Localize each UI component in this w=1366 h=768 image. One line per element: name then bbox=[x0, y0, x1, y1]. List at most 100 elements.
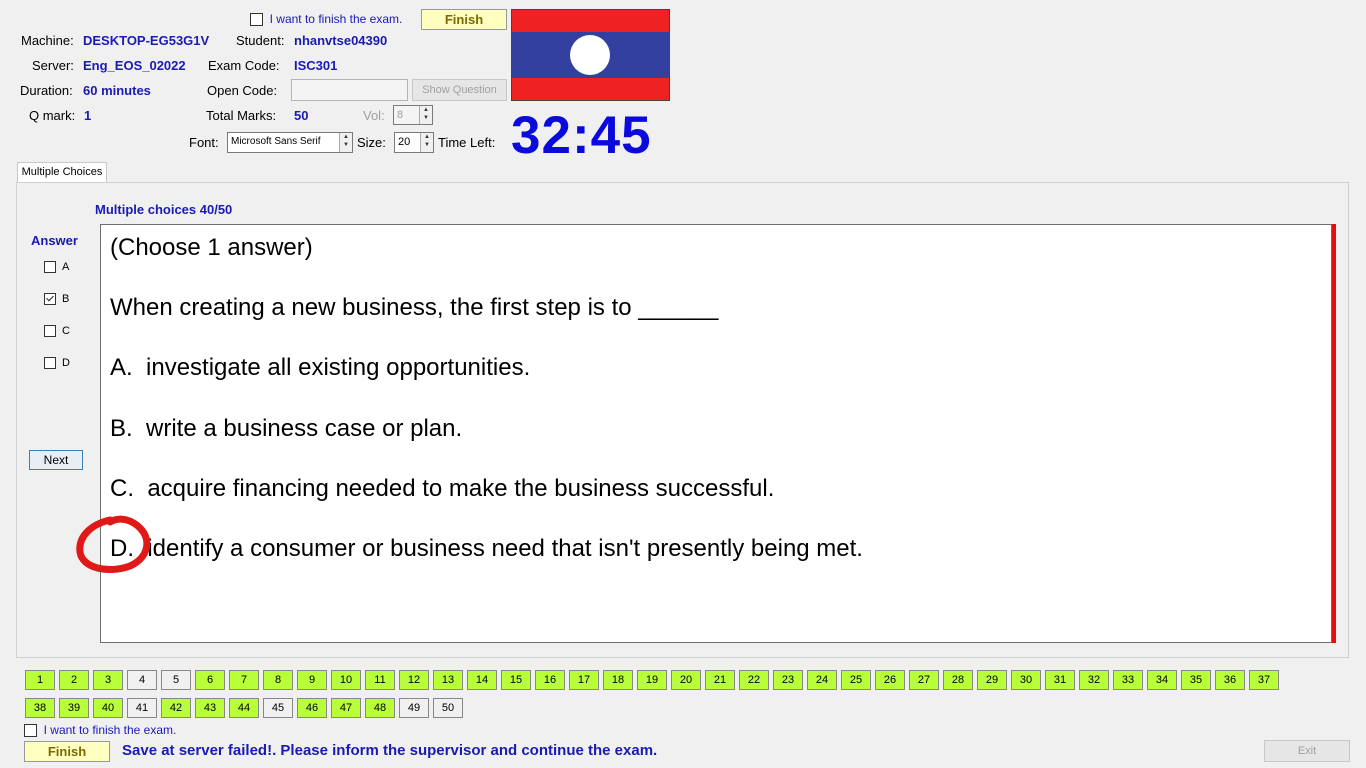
question-nav-button[interactable]: 47 bbox=[331, 698, 361, 718]
question-nav-button[interactable]: 17 bbox=[569, 670, 599, 690]
font-select-value: Microsoft Sans Serif bbox=[231, 136, 321, 147]
student-label: Student: bbox=[236, 33, 285, 48]
question-nav-button[interactable]: 12 bbox=[399, 670, 429, 690]
question-nav-button[interactable]: 10 bbox=[331, 670, 361, 690]
answer-d-checkbox[interactable] bbox=[44, 357, 56, 370]
bottom-finish-button[interactable]: Finish bbox=[24, 741, 110, 762]
machine-label: Machine: bbox=[21, 33, 74, 48]
question-nav-button[interactable]: 21 bbox=[705, 670, 735, 690]
choice-d: D. identify a consumer or business need … bbox=[110, 535, 863, 562]
question-box-right-edge bbox=[1332, 224, 1336, 643]
size-spinner[interactable]: 20 ▲ ▼ bbox=[394, 132, 434, 153]
question-nav-button[interactable]: 40 bbox=[93, 698, 123, 718]
question-nav-button[interactable]: 23 bbox=[773, 670, 803, 690]
answer-b-label: B bbox=[62, 293, 70, 305]
question-nav-button[interactable]: 2 bbox=[59, 670, 89, 690]
vol-spinner-arrows-icon[interactable]: ▲ ▼ bbox=[419, 106, 432, 124]
top-finish-button[interactable]: Finish bbox=[421, 9, 507, 30]
answer-option-c[interactable]: C bbox=[44, 325, 70, 338]
size-label: Size: bbox=[357, 135, 386, 150]
student-value: nhanvtse04390 bbox=[294, 33, 388, 48]
question-nav-button[interactable]: 39 bbox=[59, 698, 89, 718]
show-question-button[interactable]: Show Question bbox=[412, 79, 507, 101]
vol-spinner[interactable]: 8 ▲ ▼ bbox=[393, 105, 433, 125]
question-nav-button[interactable]: 36 bbox=[1215, 670, 1245, 690]
question-nav-button[interactable]: 18 bbox=[603, 670, 633, 690]
question-nav-button[interactable]: 24 bbox=[807, 670, 837, 690]
question-nav-button[interactable]: 34 bbox=[1147, 670, 1177, 690]
question-nav-button[interactable]: 37 bbox=[1249, 670, 1279, 690]
exit-button[interactable]: Exit bbox=[1264, 740, 1350, 762]
question-nav-button[interactable]: 41 bbox=[127, 698, 157, 718]
question-nav-button[interactable]: 3 bbox=[93, 670, 123, 690]
question-nav-button[interactable]: 50 bbox=[433, 698, 463, 718]
question-nav-button[interactable]: 45 bbox=[263, 698, 293, 718]
font-select[interactable]: Microsoft Sans Serif ▲ ▼ bbox=[227, 132, 353, 153]
question-nav-button[interactable]: 16 bbox=[535, 670, 565, 690]
question-nav-button[interactable]: 26 bbox=[875, 670, 905, 690]
question-nav-button[interactable]: 7 bbox=[229, 670, 259, 690]
choice-a: A. investigate all existing opportunitie… bbox=[110, 354, 531, 381]
size-value: 20 bbox=[398, 136, 411, 148]
answer-option-a[interactable]: A bbox=[44, 261, 69, 274]
top-finish-checkbox-label: I want to finish the exam. bbox=[269, 12, 403, 26]
question-nav-button[interactable]: 35 bbox=[1181, 670, 1211, 690]
question-nav-button[interactable]: 13 bbox=[433, 670, 463, 690]
question-nav-button[interactable]: 44 bbox=[229, 698, 259, 718]
answer-c-label: C bbox=[62, 325, 70, 337]
annotation-circle-icon bbox=[76, 515, 151, 573]
question-nav-button[interactable]: 49 bbox=[399, 698, 429, 718]
laos-flag-icon bbox=[511, 9, 670, 101]
answer-b-checkbox[interactable] bbox=[44, 293, 56, 306]
answer-title: Answer bbox=[31, 233, 78, 248]
question-nav-button[interactable]: 30 bbox=[1011, 670, 1041, 690]
font-select-arrows-icon[interactable]: ▲ ▼ bbox=[339, 133, 352, 152]
question-nav-button[interactable]: 1 bbox=[25, 670, 55, 690]
question-nav-button[interactable]: 15 bbox=[501, 670, 531, 690]
top-finish-checkbox-row[interactable]: I want to finish the exam. bbox=[250, 11, 402, 27]
question-instruction: (Choose 1 answer) bbox=[110, 234, 313, 261]
exam-code-label: Exam Code: bbox=[208, 58, 280, 73]
question-nav-button[interactable]: 6 bbox=[195, 670, 225, 690]
question-nav-button[interactable]: 27 bbox=[909, 670, 939, 690]
answer-c-checkbox[interactable] bbox=[44, 325, 56, 338]
open-code-input[interactable] bbox=[291, 79, 408, 101]
question-nav-button[interactable]: 46 bbox=[297, 698, 327, 718]
duration-label: Duration: bbox=[20, 83, 73, 98]
choice-c: C. acquire financing needed to make the … bbox=[110, 475, 775, 502]
exam-code-value: ISC301 bbox=[294, 58, 338, 73]
question-nav-button[interactable]: 25 bbox=[841, 670, 871, 690]
bottom-finish-checkbox-row[interactable]: I want to finish the exam. bbox=[24, 722, 177, 738]
top-finish-checkbox[interactable] bbox=[250, 13, 263, 27]
duration-value: 60 minutes bbox=[83, 83, 151, 98]
question-nav-button[interactable]: 29 bbox=[977, 670, 1007, 690]
question-nav-button[interactable]: 33 bbox=[1113, 670, 1143, 690]
question-nav-button[interactable]: 22 bbox=[739, 670, 769, 690]
question-nav-button[interactable]: 8 bbox=[263, 670, 293, 690]
answer-a-checkbox[interactable] bbox=[44, 261, 56, 274]
question-nav-button[interactable]: 4 bbox=[127, 670, 157, 690]
question-nav-button[interactable]: 14 bbox=[467, 670, 497, 690]
question-nav-button[interactable]: 20 bbox=[671, 670, 701, 690]
question-nav-button[interactable]: 28 bbox=[943, 670, 973, 690]
question-nav-button[interactable]: 19 bbox=[637, 670, 667, 690]
question-nav-button[interactable]: 38 bbox=[25, 698, 55, 718]
q-mark-label: Q mark: bbox=[29, 108, 76, 123]
size-spinner-arrows-icon[interactable]: ▲ ▼ bbox=[420, 133, 433, 152]
question-nav-button[interactable]: 11 bbox=[365, 670, 395, 690]
next-button[interactable]: Next bbox=[29, 450, 83, 470]
question-nav-button[interactable]: 9 bbox=[297, 670, 327, 690]
question-nav-button[interactable]: 31 bbox=[1045, 670, 1075, 690]
answer-option-b[interactable]: B bbox=[44, 293, 70, 306]
question-nav-button[interactable]: 48 bbox=[365, 698, 395, 718]
server-value: Eng_EOS_02022 bbox=[83, 58, 186, 73]
answer-option-d[interactable]: D bbox=[44, 357, 70, 370]
question-nav-button[interactable]: 32 bbox=[1079, 670, 1109, 690]
question-nav-button[interactable]: 43 bbox=[195, 698, 225, 718]
vol-value: 8 bbox=[397, 109, 404, 121]
bottom-finish-checkbox[interactable] bbox=[24, 724, 37, 738]
tab-multiple-choices[interactable]: Multiple Choices bbox=[17, 162, 107, 183]
bottom-finish-checkbox-label: I want to finish the exam. bbox=[43, 723, 177, 737]
question-nav-button[interactable]: 42 bbox=[161, 698, 191, 718]
question-nav-button[interactable]: 5 bbox=[161, 670, 191, 690]
